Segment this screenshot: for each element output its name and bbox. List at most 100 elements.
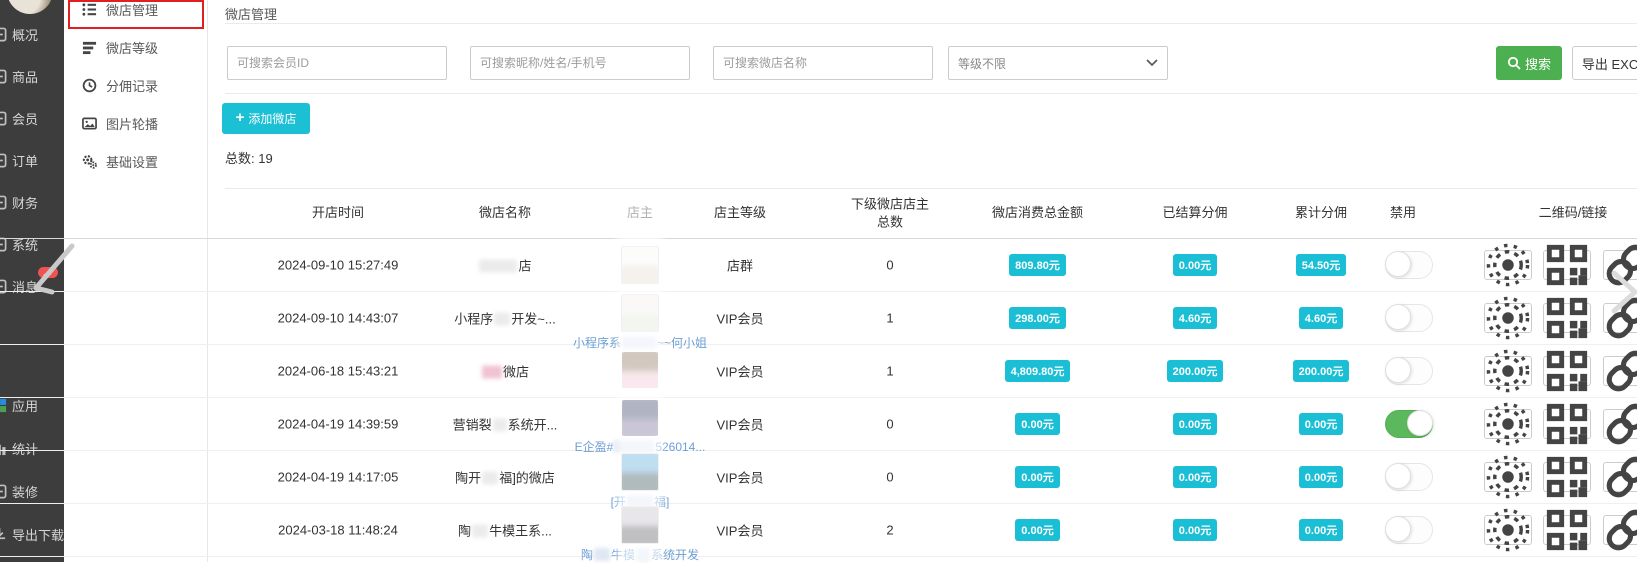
redacted-text — [594, 548, 610, 561]
miniprogram-code-button[interactable] — [1484, 250, 1532, 280]
table-row: 2024-06-18 15:43:21 微店 VIP会员 1 4,809.80元… — [0, 344, 1637, 398]
image-carousel-icon — [82, 116, 97, 131]
store-name: 店 — [425, 255, 585, 274]
submenu-item-label: 微店管理 — [106, 0, 158, 19]
sidebar-item-label: 商品 — [12, 67, 38, 86]
text-fragment: 陶 — [458, 523, 471, 538]
sidebar-item-members[interactable]: 会员 — [0, 97, 64, 139]
chevron-down-icon — [1146, 59, 1158, 67]
plus-icon: + — [236, 109, 245, 126]
text-fragment: 营销裂 — [453, 417, 492, 432]
link-button[interactable] — [1603, 303, 1637, 333]
link-button[interactable] — [1603, 515, 1637, 545]
submenu-item-settings[interactable]: 基础设置 — [64, 142, 207, 180]
title-divider — [225, 23, 1637, 24]
store-name: 陶牛模王系... — [425, 520, 585, 539]
miniprogram-code-icon — [1485, 401, 1531, 447]
total-consumption-badge: 298.00元 — [1009, 307, 1066, 329]
redacted-text — [493, 418, 507, 431]
text-fragment: 小程序 — [454, 311, 493, 326]
user-avatar[interactable] — [7, 0, 53, 14]
owner-level: VIP会员 — [685, 467, 795, 486]
disable-toggle[interactable] — [1385, 251, 1433, 279]
sidebar-item-overview[interactable]: 概况 — [0, 13, 64, 55]
settled-commission-badge: 0.00元 — [1173, 519, 1217, 541]
qr-code-button[interactable] — [1543, 303, 1591, 333]
row-actions — [1484, 462, 1637, 492]
settled-commission-badge: 0.00元 — [1173, 254, 1217, 276]
miniprogram-code-icon — [1485, 348, 1531, 394]
toggle-knob — [1407, 410, 1433, 436]
submenu-item-image-carousel[interactable]: 图片轮播 — [64, 104, 207, 142]
miniprogram-code-button[interactable] — [1484, 409, 1532, 439]
total-consumption-badge: 0.00元 — [1015, 466, 1059, 488]
miniprogram-code-button[interactable] — [1484, 462, 1532, 492]
row-actions — [1484, 356, 1637, 386]
member-id-search-input[interactable] — [227, 46, 447, 80]
search-button[interactable]: 搜索 — [1496, 46, 1562, 80]
link-button[interactable] — [1603, 462, 1637, 492]
qr-code-button[interactable] — [1543, 250, 1591, 280]
owner-avatar — [621, 294, 659, 332]
filters-divider — [225, 93, 1637, 94]
sidebar-item-orders[interactable]: 订单 — [0, 139, 64, 181]
cumulative-commission-badge: 0.00元 — [1299, 519, 1343, 541]
level-select[interactable]: 等级不限 — [948, 46, 1168, 80]
store-name-search-input[interactable] — [713, 46, 933, 80]
redacted-text — [472, 524, 488, 537]
miniprogram-code-button[interactable] — [1484, 303, 1532, 333]
text-fragment: 陶开 — [455, 470, 481, 485]
qr-code-icon — [1544, 242, 1590, 288]
export-excel-button[interactable]: 导出 EXCEL — [1572, 46, 1637, 80]
level-select-value: 等级不限 — [958, 55, 1006, 72]
qr-code-icon — [1544, 507, 1590, 553]
submenu-list: 微店管理 微店等级 分佣记录 图片轮播 基础设置 — [64, 0, 207, 180]
total-consumption-badge: 809.80元 — [1009, 254, 1066, 276]
row-actions — [1484, 250, 1637, 280]
link-icon — [1604, 401, 1637, 447]
disable-toggle[interactable] — [1385, 516, 1433, 544]
store-open-time: 2024-09-10 14:43:07 — [238, 310, 438, 325]
search-icon — [1507, 56, 1521, 70]
store-name: 微店 — [425, 361, 585, 380]
column-header: 店主等级 — [685, 204, 795, 222]
text-fragment: 店 — [518, 258, 531, 273]
sidebar-item-goods[interactable]: 商品 — [0, 55, 64, 97]
redacted-text — [479, 259, 517, 272]
qr-code-button[interactable] — [1543, 356, 1591, 386]
column-header: 已结算分佣 — [1135, 204, 1255, 222]
disable-toggle[interactable] — [1385, 463, 1433, 491]
link-button[interactable] — [1603, 409, 1637, 439]
qr-code-button[interactable] — [1543, 462, 1591, 492]
owner-avatar — [621, 453, 659, 491]
levels-icon — [82, 40, 97, 55]
table-row: 2024-03-18 11:48:24 陶牛模王系... 陶牛模系统开发 VIP… — [0, 503, 1637, 557]
submenu-item-levels[interactable]: 微店等级 — [64, 28, 207, 66]
link-button[interactable] — [1603, 250, 1637, 280]
orders-icon — [0, 153, 7, 168]
disable-toggle[interactable] — [1385, 304, 1433, 332]
total-count: 总数: 19 — [225, 148, 273, 167]
add-store-button[interactable]: + 添加微店 — [222, 103, 310, 134]
text-fragment: 开发~... — [511, 311, 555, 326]
cumulative-commission-badge: 54.50元 — [1296, 254, 1347, 276]
qr-code-button[interactable] — [1543, 409, 1591, 439]
settled-commission-badge: 0.00元 — [1173, 413, 1217, 435]
qr-code-button[interactable] — [1543, 515, 1591, 545]
link-button[interactable] — [1603, 356, 1637, 386]
redacted-text — [482, 365, 502, 378]
cumulative-commission-badge: 0.00元 — [1299, 413, 1343, 435]
nickname-search-input[interactable] — [470, 46, 690, 80]
submenu-item-commission-record[interactable]: 分佣记录 — [64, 66, 207, 104]
total-value: 19 — [258, 151, 272, 166]
column-header: 累计分佣 — [1260, 204, 1382, 222]
qr-code-icon — [1544, 454, 1590, 500]
miniprogram-code-button[interactable] — [1484, 515, 1532, 545]
store-open-time: 2024-06-18 15:43:21 — [238, 363, 438, 378]
miniprogram-code-button[interactable] — [1484, 356, 1532, 386]
disable-toggle[interactable] — [1385, 410, 1433, 438]
submenu-item-list[interactable]: 微店管理 — [64, 0, 207, 28]
owner-nickname-link[interactable]: 陶牛模系统开发 — [570, 546, 710, 563]
redacted-text — [494, 312, 510, 325]
disable-toggle[interactable] — [1385, 357, 1433, 385]
